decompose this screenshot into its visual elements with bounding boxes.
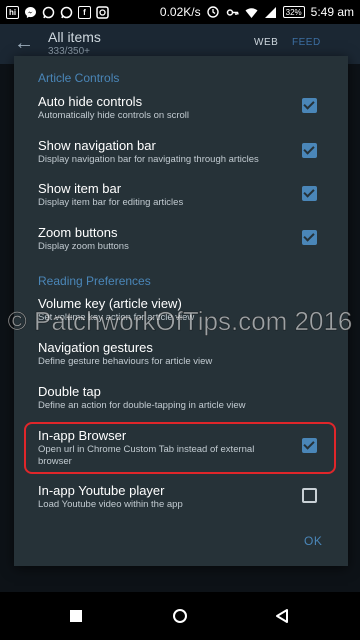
tab-web[interactable]: WEB bbox=[254, 37, 278, 48]
back-button[interactable] bbox=[272, 606, 292, 626]
pref-summary: Display item bar for editing articles bbox=[38, 197, 184, 208]
facebook-messenger-icon bbox=[24, 6, 37, 19]
clock-icon bbox=[207, 6, 220, 19]
recent-apps-button[interactable] bbox=[66, 606, 86, 626]
highlight-outline bbox=[24, 422, 336, 474]
pref-summary: Display zoom buttons bbox=[38, 241, 129, 252]
pref-title: Double tap bbox=[38, 384, 101, 399]
pref-title: Auto hide controls bbox=[38, 94, 143, 109]
show-item-bar-checkbox[interactable] bbox=[302, 186, 317, 201]
whatsapp-icon bbox=[42, 6, 55, 19]
circle-icon bbox=[173, 609, 187, 623]
network-speed: 0.02K/s bbox=[159, 5, 201, 19]
ok-button[interactable]: OK bbox=[304, 534, 322, 548]
pref-title: Show navigation bar bbox=[38, 138, 156, 153]
pref-title: Show item bar bbox=[38, 181, 122, 196]
pref-summary: Define gesture behaviours for article vi… bbox=[38, 356, 213, 367]
pref-summary: Load Youtube video within the app bbox=[38, 499, 183, 510]
tab-feed[interactable]: FEED bbox=[292, 37, 321, 48]
hike-icon: hi bbox=[6, 5, 19, 19]
system-status: 0.02K/s 32% 5:49 am bbox=[160, 5, 354, 19]
home-button[interactable] bbox=[170, 606, 190, 626]
section-header-article-controls: Article Controls bbox=[38, 71, 120, 85]
back-arrow-icon[interactable]: ← bbox=[14, 32, 34, 55]
in-app-youtube-player-checkbox[interactable] bbox=[302, 488, 317, 503]
section-header-reading-preferences: Reading Preferences bbox=[38, 274, 151, 288]
page-title: All items bbox=[48, 29, 101, 45]
notification-icons: hi f bbox=[6, 5, 109, 19]
status-bar: hi f 0.02K/s 32% 5:49 am bbox=[0, 0, 360, 24]
pref-summary: Display navigation bar for navigating th… bbox=[38, 154, 259, 165]
pref-title: In-app Youtube player bbox=[38, 483, 165, 498]
pref-title: Navigation gestures bbox=[38, 340, 153, 355]
facebook-icon: f bbox=[78, 5, 91, 19]
instagram-icon bbox=[96, 5, 109, 19]
key-icon bbox=[226, 6, 239, 19]
pref-title: Zoom buttons bbox=[38, 225, 118, 240]
status-time: 5:49 am bbox=[310, 5, 354, 19]
zoom-buttons-checkbox[interactable] bbox=[302, 230, 317, 245]
pref-summary: Automatically hide controls on scroll bbox=[38, 110, 190, 121]
triangle-back-icon bbox=[276, 609, 288, 623]
battery-icon: 32% bbox=[282, 6, 305, 18]
show-navigation-bar-checkbox[interactable] bbox=[302, 143, 317, 158]
system-nav-bar bbox=[0, 592, 360, 640]
wifi-icon bbox=[245, 6, 258, 19]
whatsapp-icon bbox=[60, 6, 73, 19]
pref-summary: Define an action for double-tapping in a… bbox=[38, 400, 246, 411]
auto-hide-controls-checkbox[interactable] bbox=[302, 98, 317, 113]
signal-icon bbox=[264, 6, 277, 19]
watermark: © PatchworkOfTips.com 2016 bbox=[7, 306, 353, 337]
square-icon bbox=[70, 610, 82, 622]
